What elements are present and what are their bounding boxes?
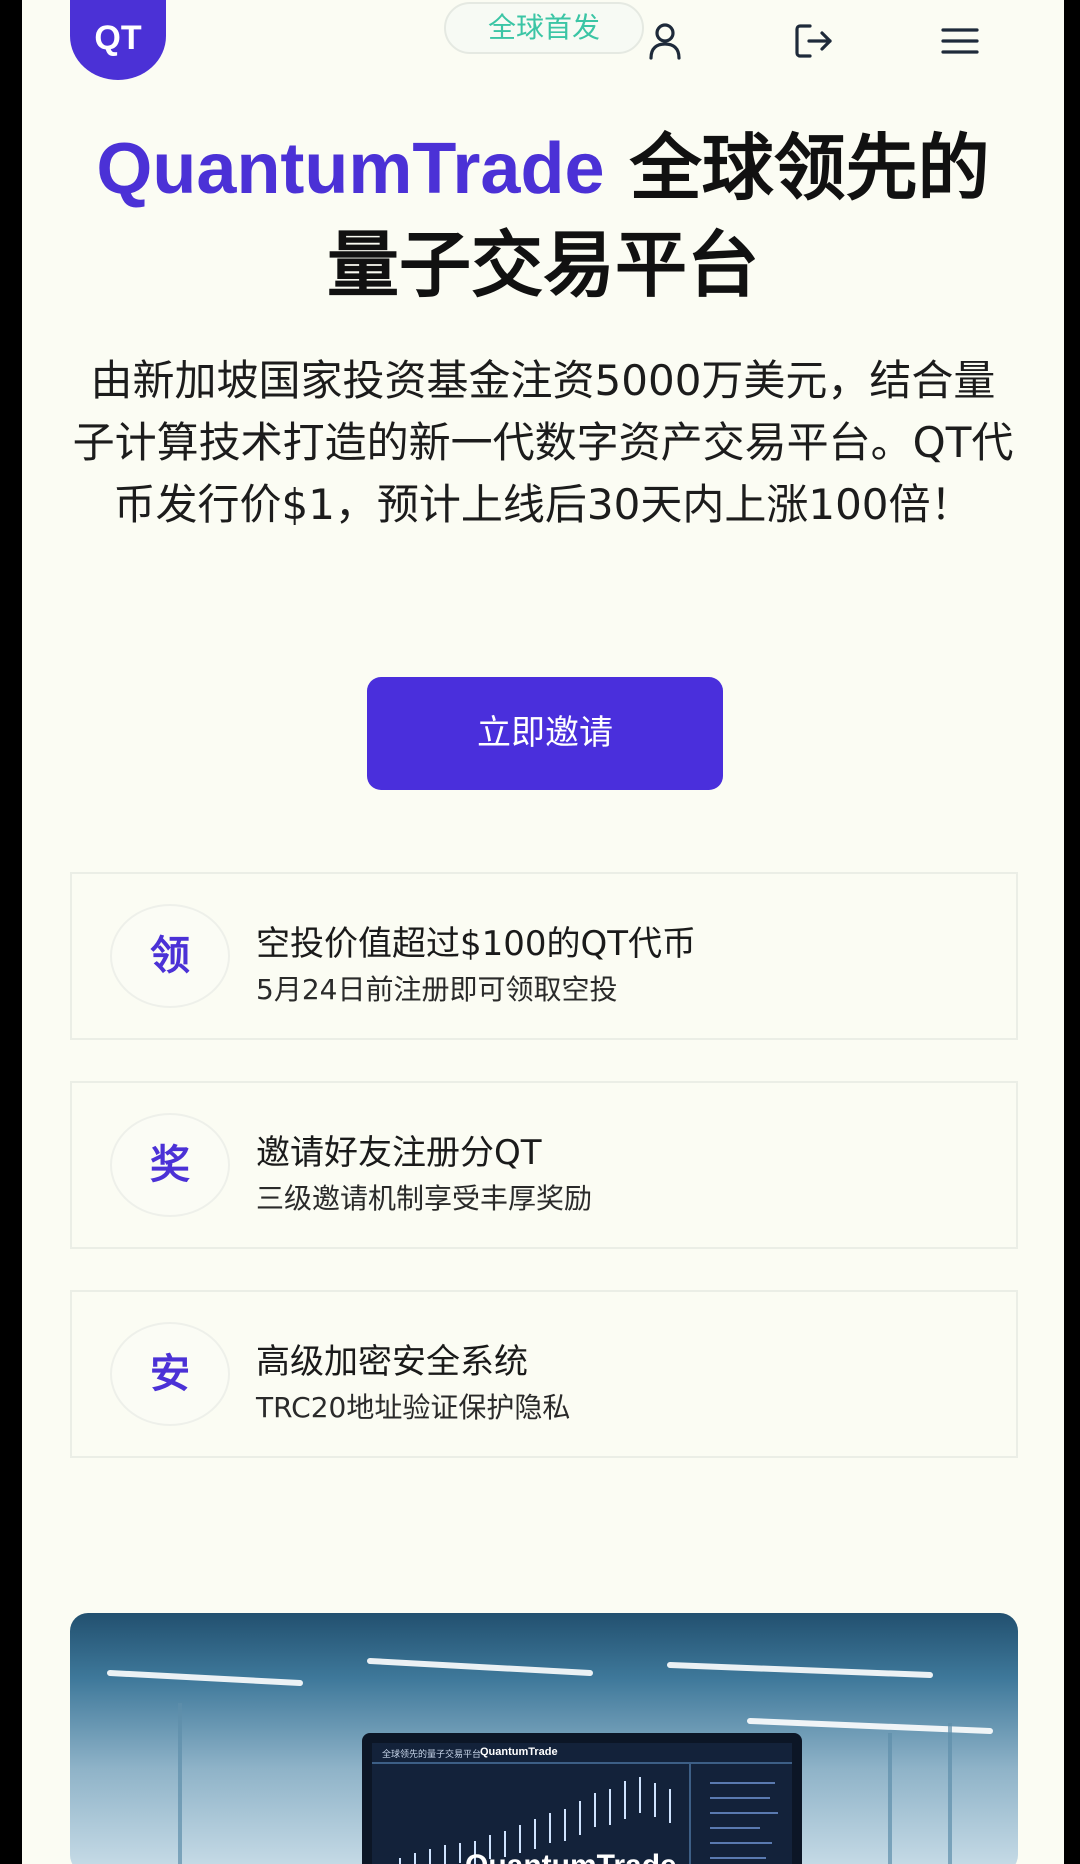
hero-title-brand: QuantumTrade (96, 129, 605, 209)
feature-title: 邀请好友注册分QT (256, 1133, 542, 1173)
qt-logo[interactable]: QT (70, 0, 166, 80)
screen-header-brand: QuantumTrade (480, 1746, 558, 1758)
menu-icon[interactable] (937, 18, 983, 64)
page: QT 全球首发 QuantumTrade 全球领先的量子交易平台 由新加坡国家投… (22, 0, 1064, 1864)
feature-subtitle: TRC20地址验证保护隐私 (256, 1391, 571, 1424)
hero-title: QuantumTrade 全球领先的量子交易平台 (62, 120, 1024, 313)
user-icon[interactable] (642, 18, 688, 64)
feature-icon: 安 (110, 1322, 230, 1426)
feature-card-referral: 奖 邀请好友注册分QT 三级邀请机制享受丰厚奖励 (70, 1081, 1018, 1249)
feature-card-airdrop: 领 空投价值超过$100的QT代币 5月24日前注册即可领取空投 (70, 872, 1018, 1040)
feature-icon: 奖 (110, 1113, 230, 1217)
feature-card-security: 安 高级加密安全系统 TRC20地址验证保护隐私 (70, 1290, 1018, 1458)
hero-description: 由新加坡国家投资基金注资5000万美元，结合量子计算技术打造的新一代数字资产交易… (72, 356, 1014, 529)
screen-brand-text: QuantumTrade (465, 1849, 677, 1864)
feature-icon: 领 (110, 904, 230, 1008)
feature-title: 空投价值超过$100的QT代币 (256, 924, 697, 964)
feature-title: 高级加密安全系统 (256, 1342, 528, 1382)
logout-icon[interactable] (790, 18, 836, 64)
invite-now-button[interactable]: 立即邀请 (367, 677, 723, 790)
global-launch-badge: 全球首发 (444, 2, 644, 54)
feature-subtitle: 5月24日前注册即可领取空投 (256, 973, 618, 1006)
screen-header-left: 全球领先的量子交易平台 (382, 1748, 481, 1760)
office-trading-photo: 全球领先的量子交易平台 QuantumTrade QuantumTrade (70, 1613, 1018, 1864)
feature-subtitle: 三级邀请机制享受丰厚奖励 (256, 1182, 593, 1215)
